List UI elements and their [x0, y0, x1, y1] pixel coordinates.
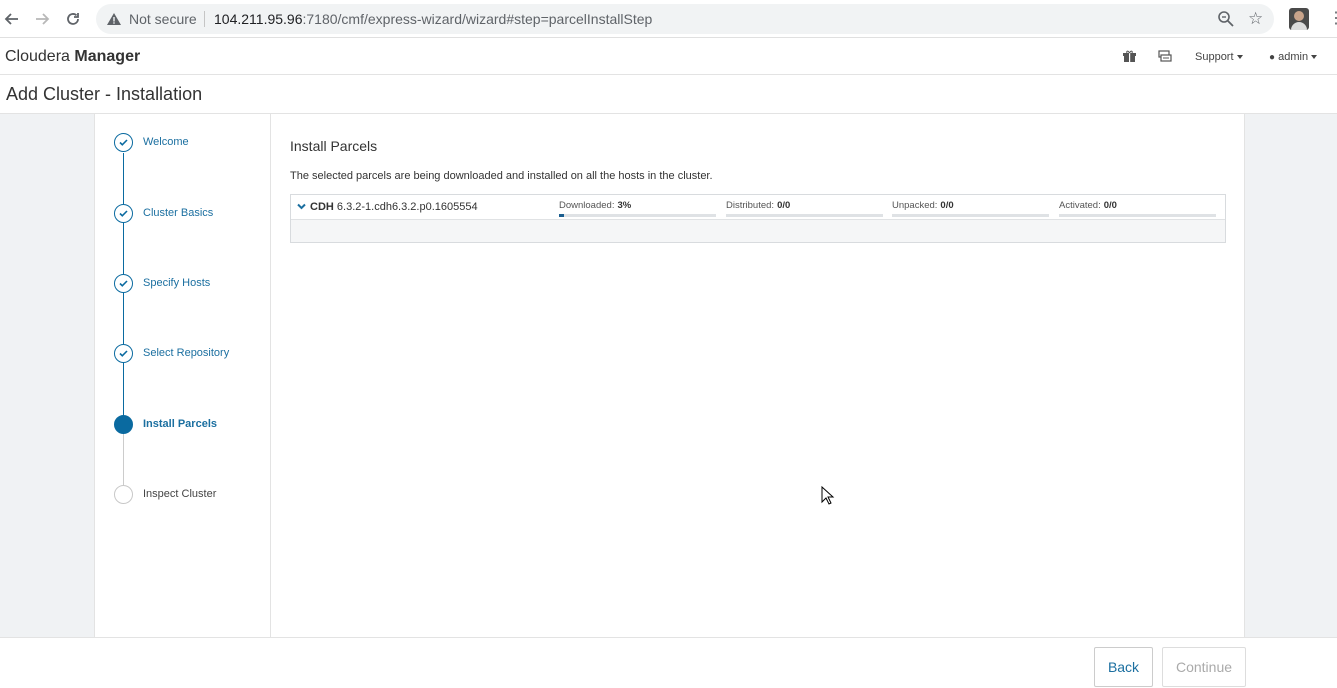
step-connector-done [123, 153, 124, 434]
progress-bar-activated [1059, 214, 1216, 217]
page-title-bar: Add Cluster - Installation [0, 76, 1337, 114]
step-label: Install Parcels [143, 418, 217, 430]
mouse-cursor-icon [821, 486, 835, 505]
continue-button[interactable]: Continue [1162, 647, 1246, 687]
browser-menu-icon[interactable]: ⋮ [1328, 8, 1337, 28]
parcel-version: 6.3.2-1.cdh6.3.2.p0.1605554 [336, 201, 478, 213]
parcel-name: CDH 6.3.2-1.cdh6.3.2.p0.1605554 [310, 201, 478, 213]
user-label: admin [1278, 51, 1309, 63]
check-icon [114, 133, 133, 152]
stat-value: 0/0 [1103, 200, 1117, 211]
app-header: Cloudera Manager Support ● admin [0, 39, 1337, 75]
stat-label: Unpacked: [892, 200, 938, 211]
chevron-down-icon[interactable] [297, 202, 306, 211]
progress-bar-distributed [726, 214, 883, 217]
step-label: Specify Hosts [143, 277, 211, 289]
gift-icon[interactable] [1123, 50, 1136, 63]
brand-name-light: Cloudera [5, 48, 70, 65]
step-label: Welcome [143, 136, 189, 148]
brand-logo[interactable]: Cloudera Manager [5, 48, 140, 66]
progress-fill [559, 214, 564, 217]
reload-icon[interactable] [61, 7, 85, 31]
support-menu[interactable]: Support [1195, 51, 1243, 63]
wizard-steps: Welcome Cluster Basics Specify Hosts Sel… [94, 114, 271, 637]
stat-value: 0/0 [777, 200, 791, 211]
stat-activated: Activated: 0/0 [1059, 200, 1216, 211]
brand-name-bold: Manager [74, 48, 141, 65]
stat-label: Downloaded: [559, 200, 615, 211]
pending-step-circle-icon [114, 485, 133, 504]
url-host: 104.211.95.96 [214, 11, 303, 27]
profile-avatar[interactable] [1289, 8, 1309, 30]
user-icon: ● [1269, 52, 1276, 63]
check-icon [114, 274, 133, 293]
stat-value: 0/0 [940, 200, 954, 211]
running-tasks-icon[interactable] [1158, 50, 1172, 63]
stat-value: 3% [617, 200, 632, 211]
current-step-dot-icon [114, 415, 133, 434]
address-bar[interactable]: Not secure 104.211.95.96:7180/cmf/expres… [96, 4, 1274, 34]
forward-arrow-icon[interactable] [30, 7, 54, 31]
stat-unpacked: Unpacked: 0/0 [892, 200, 1049, 211]
stat-downloaded: Downloaded: 3% [559, 200, 716, 211]
user-menu[interactable]: ● admin [1269, 51, 1318, 63]
check-icon [114, 344, 133, 363]
stat-distributed: Distributed: 0/0 [726, 200, 883, 211]
zoom-icon[interactable] [1217, 10, 1235, 28]
back-button[interactable]: Back [1094, 647, 1153, 687]
warning-icon [107, 13, 121, 25]
chevron-down-icon [1311, 55, 1318, 60]
support-label: Support [1195, 51, 1234, 63]
stat-label: Activated: [1059, 200, 1101, 211]
url-path: :7180/cmf/express-wizard/wizard#step=par… [302, 11, 653, 27]
section-title: Install Parcels [290, 138, 378, 154]
parcel-row[interactable]: CDH 6.3.2-1.cdh6.3.2.p0.1605554 Download… [291, 195, 1225, 220]
url-text[interactable]: 104.211.95.96:7180/cmf/express-wizard/wi… [214, 11, 652, 27]
page-title: Add Cluster - Installation [6, 84, 203, 104]
progress-bar-downloaded [559, 214, 716, 217]
content-panel: Install Parcels The selected parcels are… [271, 114, 1245, 637]
step-label: Inspect Cluster [143, 488, 217, 500]
bookmark-star-icon[interactable]: ☆ [1248, 9, 1263, 29]
security-label: Not secure [129, 11, 197, 27]
stat-label: Distributed: [726, 200, 775, 211]
chevron-down-icon [1236, 55, 1243, 60]
parcel-product: CDH [310, 201, 334, 213]
progress-bar-unpacked [892, 214, 1049, 217]
step-label: Cluster Basics [143, 207, 214, 219]
step-label: Select Repository [143, 347, 230, 359]
check-icon [114, 204, 133, 223]
browser-toolbar: Not secure 104.211.95.96:7180/cmf/expres… [0, 0, 1337, 38]
parcel-panel: CDH 6.3.2-1.cdh6.3.2.p0.1605554 Download… [290, 194, 1226, 243]
wizard-footer: Back Continue [0, 637, 1337, 688]
section-description: The selected parcels are being downloade… [290, 170, 713, 182]
back-arrow-icon[interactable] [0, 7, 24, 31]
omnibox-divider [204, 11, 205, 27]
